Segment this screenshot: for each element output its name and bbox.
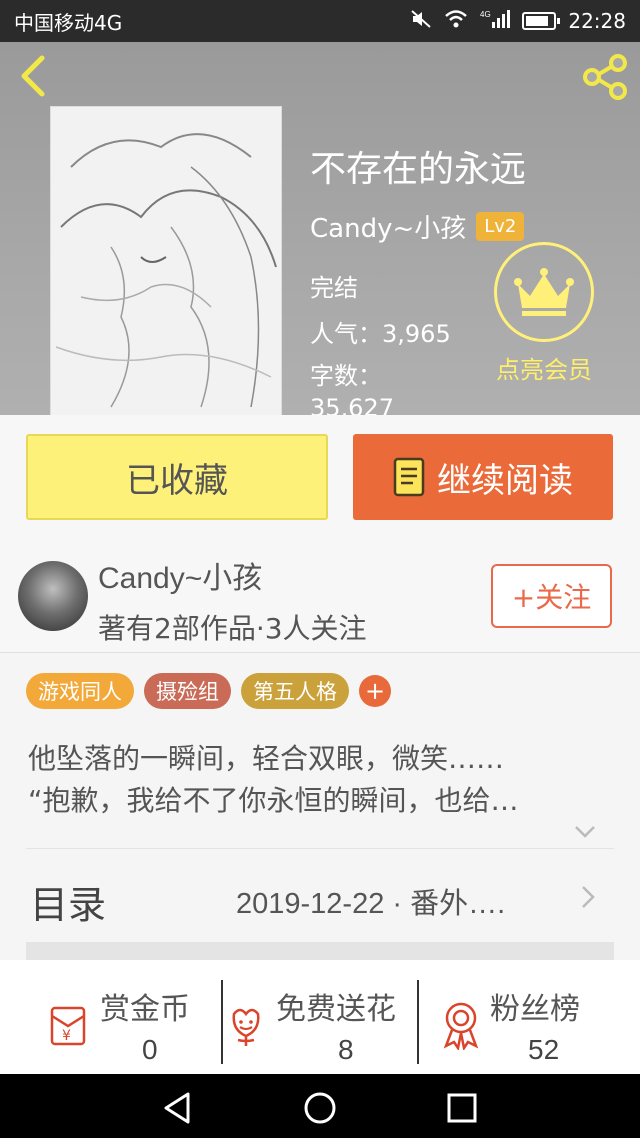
book-header: 不存在的永远 Candy~小孩 Lv2 完结 人气：3,965 字数： 35,62… [0,42,640,415]
crown-icon [514,268,574,316]
author-level-badge: Lv2 [476,212,525,241]
status-icons: 4G 22:28 [410,9,626,34]
member-label: 点亮会员 [496,356,592,384]
summary-line-2: “抱歉，我给不了你永恒的瞬间，也给… [28,784,519,817]
popularity-label: 人气： [310,320,382,348]
continue-reading-label: 继续阅读 [437,460,573,501]
summary-line-1: 他坠落的一瞬间，轻合双眼，微笑…… [28,742,505,775]
reward-coins-button[interactable]: ¥ 赏金币 0 [40,974,210,1065]
toc-label: 目录 [30,883,107,927]
medal-icon [443,1002,479,1050]
tag-item[interactable]: 摄殓组 [144,673,231,709]
fan-ranking-button[interactable]: 粉丝榜 52 [436,974,606,1065]
home-circle-icon[interactable] [302,1090,338,1126]
red-envelope-yuan-icon: ¥ [50,1006,86,1046]
book-author[interactable]: Candy~小孩 [310,208,466,245]
svg-text:4G: 4G [480,10,491,19]
cover-illustration [51,107,281,415]
tag-item[interactable]: 第五人格 [241,673,349,709]
carrier-label: 中国移动4G [14,10,123,35]
coins-label: 赏金币 [100,992,190,1027]
book-word-count: 字数： 35,627 [310,360,460,415]
battery-icon [522,12,561,30]
coins-value: 0 [142,1034,158,1065]
share-button[interactable] [580,52,630,102]
book-status: 完结 [310,274,358,302]
send-flower-button[interactable]: 免费送花 8 [226,974,416,1065]
chevron-left-icon [21,55,45,97]
back-triangle-icon[interactable] [160,1090,196,1126]
flowers-value: 8 [338,1034,354,1065]
book-popularity: 人气：3,965 [310,314,451,349]
chevron-down-icon [575,826,595,838]
flower-icon [232,1008,260,1046]
action-bar: 已收藏 继续阅读 [0,415,640,533]
table-of-contents-row[interactable]: 目录 2019-12-22 · 番外…. [0,850,640,942]
member-crown-badge [494,242,594,342]
words-label: 字数： [310,362,382,390]
latest-chapter: 2019-12-22 · 番外…. [236,888,506,920]
book-summary[interactable]: 他坠落的一瞬间，轻合双眼，微笑…… “抱歉，我给不了你永恒的瞬间，也给… [28,738,588,822]
collected-button[interactable]: 已收藏 [26,434,328,520]
back-button[interactable] [14,54,54,98]
clock: 22:28 [568,9,626,33]
book-title: 不存在的永远 [310,148,527,189]
continue-reading-button[interactable]: 继续阅读 [353,434,613,520]
svg-text:¥: ¥ [62,1028,71,1044]
chevron-right-icon [582,886,595,908]
stat-separator [221,980,223,1064]
fans-value: 52 [528,1034,560,1065]
book-icon [393,457,425,497]
words-value: 35,627 [310,394,394,415]
status-bar: 中国移动4G 4G 22:28 [0,0,640,42]
flowers-label: 免费送花 [276,992,396,1027]
follow-button[interactable]: +关注 [491,564,612,628]
system-nav-bar [0,1074,640,1138]
section-divider [26,942,614,960]
follow-label: +关注 [511,581,592,614]
tag-list: 游戏同人 摄殓组 第五人格 + [26,673,391,709]
divider [26,848,614,849]
mute-icon [410,9,432,34]
popularity-value: 3,965 [382,320,451,348]
book-cover[interactable] [50,106,282,415]
recent-apps-square-icon[interactable] [444,1090,480,1126]
author-card[interactable]: Candy~小孩 著有2部作品·3人关注 +关注 [0,533,640,653]
author-avatar[interactable] [18,561,88,631]
tag-item[interactable]: 游戏同人 [26,673,134,709]
stat-separator [417,980,419,1064]
book-author-row[interactable]: Candy~小孩 Lv2 [310,208,525,245]
member-button[interactable]: 点亮会员 [484,242,604,385]
wifi-icon [444,9,468,34]
add-tag-button[interactable]: + [359,675,391,707]
collected-label: 已收藏 [126,460,228,501]
share-icon [583,54,627,100]
fans-label: 粉丝榜 [490,992,580,1027]
stats-bar: ¥ 赏金币 0 免费送花 8 粉丝榜 52 [0,960,640,1074]
author-stats: 著有2部作品·3人关注 [98,612,367,645]
author-name[interactable]: Candy~小孩 [98,553,262,597]
expand-summary-button[interactable] [572,818,598,844]
signal-icon: 4G [480,9,511,34]
